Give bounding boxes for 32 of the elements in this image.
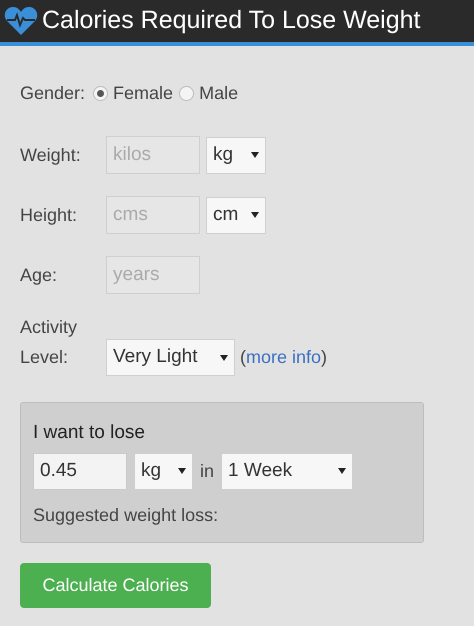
amount-field[interactable]: 0.45 [33,452,127,490]
unit-dropdown[interactable]: 1 Week [221,452,354,490]
field-label: Level: [20,346,70,369]
radio-label: Male [199,82,238,104]
caret-icon [251,152,259,158]
input-field[interactable]: kilos [106,136,200,174]
unit-dropdown[interactable]: kg [134,452,193,490]
more-info-link[interactable]: more info [246,344,322,371]
radio-label: Female [113,82,174,104]
input-field[interactable]: years [106,256,200,294]
suggested-text: Suggested weight loss: [33,504,220,527]
field-label: Weight: [20,144,82,167]
window-title: Calories Required To Lose Weight [42,5,420,36]
field-label: Height: [20,204,78,227]
unit-dropdown[interactable]: Very Light [106,339,235,376]
heart-pulse-icon [4,6,38,36]
unit-dropdown[interactable]: cm [206,196,266,234]
field-label: Age: [20,264,58,287]
caret-icon [178,468,186,474]
caret-icon [220,354,228,360]
paren-text: ) [321,346,328,369]
connector-text: in [200,460,214,482]
field-label: Activity [20,316,78,339]
caret-icon [338,468,346,474]
radio-button[interactable] [93,86,108,100]
input-field[interactable]: cms [106,196,200,234]
panel-title: I want to lose [33,421,146,445]
radio-button[interactable] [179,86,194,100]
field-label: Gender: [20,82,86,104]
unit-dropdown[interactable]: kg [206,136,266,174]
paren-text: ( [240,346,246,369]
caret-icon [251,212,259,218]
